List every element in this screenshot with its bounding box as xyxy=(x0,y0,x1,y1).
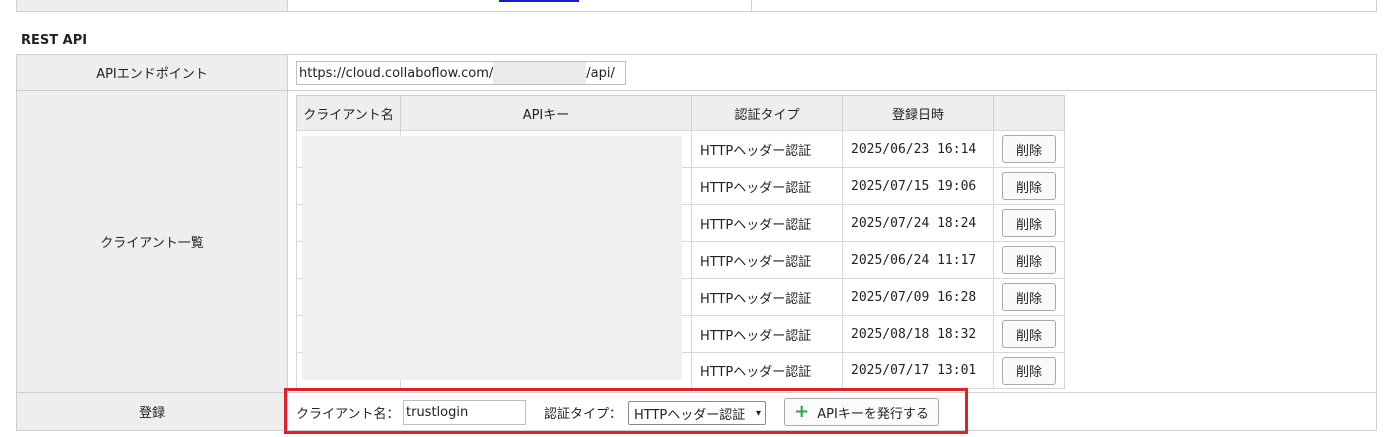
table-row-0-date: 2025/06/23 16:14 xyxy=(842,130,994,168)
delete-button[interactable]: 削除 xyxy=(1002,172,1056,200)
col-api-key: APIキー xyxy=(400,95,692,131)
register-label: 登録 xyxy=(16,392,288,431)
col-auth-type: 認証タイプ xyxy=(691,95,843,131)
table-row-4-date: 2025/07/09 16:28 xyxy=(842,278,994,316)
table-row-5-auth: HTTPヘッダー認証 xyxy=(691,315,843,353)
table-row-4-auth: HTTPヘッダー認証 xyxy=(691,278,843,316)
col-actions xyxy=(993,95,1065,131)
top-table-label-cell xyxy=(16,0,288,12)
table-row-0-auth: HTTPヘッダー認証 xyxy=(691,130,843,168)
api-endpoint-field[interactable]: https://cloud.collaboflow.com/ /api/ xyxy=(296,61,626,85)
table-row-2-auth: HTTPヘッダー認証 xyxy=(691,204,843,242)
api-endpoint-masked xyxy=(493,62,587,84)
table-row-1-auth: HTTPヘッダー認証 xyxy=(691,167,843,205)
delete-button[interactable]: 削除 xyxy=(1002,320,1056,348)
table-row-4-action-cell: 削除 xyxy=(993,278,1065,316)
top-link-underline[interactable] xyxy=(499,0,579,2)
delete-button[interactable]: 削除 xyxy=(1002,283,1056,311)
col-client-name: クライアント名 xyxy=(296,95,401,131)
api-endpoint-prefix: https://cloud.collaboflow.com/ xyxy=(299,65,494,81)
delete-button[interactable]: 削除 xyxy=(1002,356,1056,385)
section-title: REST API xyxy=(21,33,88,48)
delete-button[interactable]: 削除 xyxy=(1002,135,1056,163)
delete-button[interactable]: 削除 xyxy=(1002,246,1056,274)
table-row-5-date: 2025/08/18 18:32 xyxy=(842,315,994,353)
table-row-6-action-cell: 削除 xyxy=(993,352,1065,389)
table-row-0-action-cell: 削除 xyxy=(993,130,1065,168)
table-row-3-auth: HTTPヘッダー認証 xyxy=(691,241,843,279)
delete-button[interactable]: 削除 xyxy=(1002,209,1056,237)
table-row-3-date: 2025/06/24 11:17 xyxy=(842,241,994,279)
table-row-1-action-cell: 削除 xyxy=(993,167,1065,205)
table-row-3-action-cell: 削除 xyxy=(993,241,1065,279)
table-row-6-date: 2025/07/17 13:01 xyxy=(842,352,994,389)
table-row-1-date: 2025/07/15 19:06 xyxy=(842,167,994,205)
table-row-5-action-cell: 削除 xyxy=(993,315,1065,353)
client-list-label: クライアント一覧 xyxy=(16,90,288,393)
table-row-6-auth: HTTPヘッダー認証 xyxy=(691,352,843,389)
api-endpoint-suffix: /api/ xyxy=(586,65,615,81)
masked-client-keys xyxy=(302,136,682,380)
api-endpoint-label: APIエンドポイント xyxy=(16,54,288,91)
top-table-extra-cell xyxy=(751,0,1377,12)
col-registered-at: 登録日時 xyxy=(842,95,994,131)
table-row-2-action-cell: 削除 xyxy=(993,204,1065,242)
table-row-2-date: 2025/07/24 18:24 xyxy=(842,204,994,242)
highlight-frame xyxy=(284,388,968,434)
